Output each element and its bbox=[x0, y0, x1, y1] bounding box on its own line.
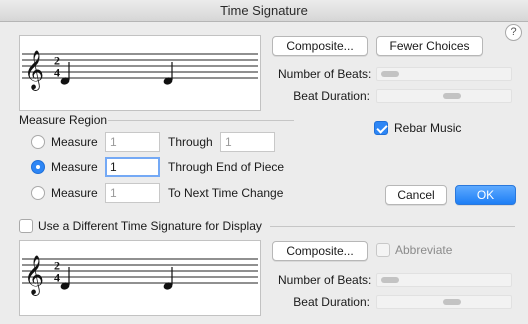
measure-to-end-field[interactable]: 1 bbox=[105, 157, 160, 177]
abbreviate-checkbox[interactable] bbox=[376, 243, 390, 257]
fewer-choices-button[interactable]: Fewer Choices bbox=[376, 36, 483, 56]
measure-label: Measure bbox=[51, 186, 98, 200]
composite-button[interactable]: Composite... bbox=[272, 36, 368, 56]
through-end-of-piece-label: Through End of Piece bbox=[168, 160, 285, 174]
measure-label: Measure bbox=[51, 135, 98, 149]
help-button[interactable]: ? bbox=[505, 24, 522, 41]
number-of-beats-label: Number of Beats: bbox=[278, 67, 372, 81]
measure-through-field[interactable]: 1 bbox=[220, 132, 275, 152]
treble-clef-icon: 𝄞 bbox=[24, 255, 44, 296]
measure-range-radio[interactable] bbox=[31, 135, 45, 149]
through-label: Through bbox=[168, 135, 213, 149]
divider bbox=[108, 120, 294, 121]
abbreviate-label: Abbreviate bbox=[395, 243, 453, 257]
beat-duration-slider[interactable] bbox=[376, 89, 512, 103]
measure-label: Measure bbox=[51, 160, 98, 174]
display-beat-duration-label: Beat Duration: bbox=[293, 295, 370, 309]
number-of-beats-slider[interactable] bbox=[376, 67, 512, 81]
different-display-checkbox[interactable] bbox=[19, 219, 33, 233]
display-number-of-beats-slider[interactable] bbox=[376, 273, 512, 287]
to-next-time-change-label: To Next Time Change bbox=[168, 186, 284, 200]
display-beat-duration-slider[interactable] bbox=[376, 295, 512, 309]
slider-knob[interactable] bbox=[381, 277, 399, 283]
measure-to-end-radio[interactable] bbox=[31, 160, 45, 174]
slider-knob[interactable] bbox=[381, 71, 399, 77]
slider-knob[interactable] bbox=[443, 93, 461, 99]
time-sig-denominator: 4 bbox=[54, 271, 60, 285]
treble-clef-icon: 𝄞 bbox=[24, 50, 44, 91]
window-title: Time Signature bbox=[0, 0, 528, 22]
beat-duration-label: Beat Duration: bbox=[293, 89, 370, 103]
display-number-of-beats-label: Number of Beats: bbox=[278, 273, 372, 287]
rebar-music-checkbox[interactable] bbox=[374, 121, 388, 135]
time-sig-denominator: 4 bbox=[54, 66, 60, 80]
rebar-music-label: Rebar Music bbox=[394, 121, 462, 135]
preview-staff-display: 𝄞 2 4 bbox=[19, 240, 261, 316]
different-display-label: Use a Different Time Signature for Displ… bbox=[38, 219, 262, 233]
preview-staff-top: 𝄞 2 4 bbox=[19, 35, 261, 111]
measure-to-next-change-radio[interactable] bbox=[31, 186, 45, 200]
cancel-button[interactable]: Cancel bbox=[385, 185, 447, 205]
divider bbox=[270, 226, 515, 227]
slider-knob[interactable] bbox=[443, 299, 461, 305]
display-composite-button[interactable]: Composite... bbox=[272, 241, 368, 261]
measure-from-field[interactable]: 1 bbox=[105, 132, 160, 152]
ok-button[interactable]: OK bbox=[455, 185, 516, 205]
measure-next-change-field[interactable]: 1 bbox=[105, 183, 160, 203]
measure-region-heading: Measure Region bbox=[19, 113, 108, 127]
